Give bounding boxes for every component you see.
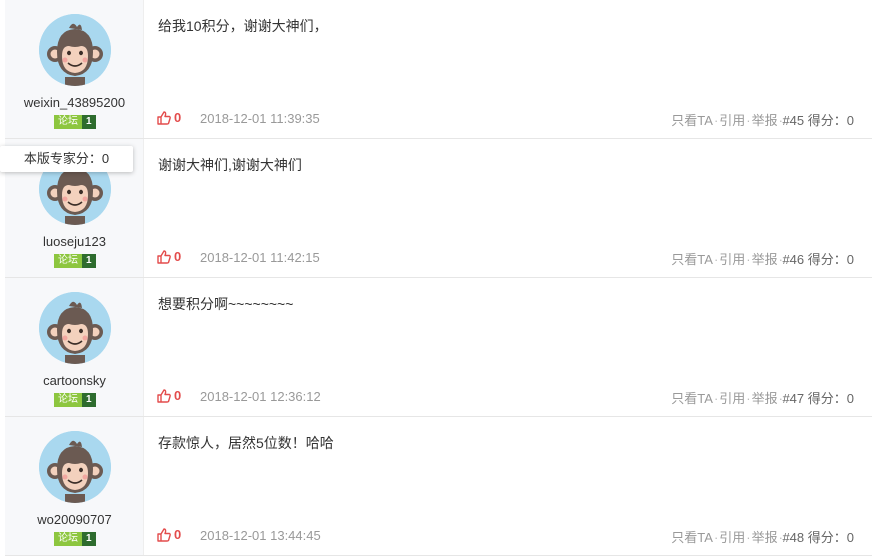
like-button[interactable]: 0 — [157, 388, 181, 403]
quote-link[interactable]: 引用 — [719, 391, 745, 406]
monkey-avatar-icon[interactable] — [39, 14, 111, 86]
level-badge-label: 论坛 — [54, 115, 82, 129]
username[interactable]: wo20090707 — [5, 512, 144, 527]
reply-post: luoseju123 论坛 1 谢谢大神们,谢谢大神们 0 2018-12-01… — [5, 139, 872, 278]
report-link[interactable]: 举报 — [752, 391, 778, 406]
user-info-column: wo20090707 论坛 1 — [5, 417, 144, 555]
post-time: 2018-12-01 11:42:15 — [200, 250, 320, 265]
reply-post: wo20090707 论坛 1 存款惊人，居然5位数！哈哈 0 2018-12-… — [5, 417, 872, 556]
post-content: 谢谢大神们,谢谢大神们 — [158, 157, 302, 173]
like-count: 0 — [174, 110, 182, 125]
only-view-ta-link[interactable]: 只看TA — [671, 252, 713, 267]
quote-link[interactable]: 引用 — [719, 113, 745, 128]
expert-score-tooltip: 本版专家分：0 — [0, 146, 133, 172]
report-link[interactable]: 举报 — [752, 530, 778, 545]
report-link[interactable]: 举报 — [752, 252, 778, 267]
post-actions: 只看TA·引用·举报· — [671, 252, 783, 267]
like-count: 0 — [174, 527, 182, 542]
report-link[interactable]: 举报 — [752, 113, 778, 128]
post-time: 2018-12-01 13:44:45 — [200, 528, 321, 543]
like-count: 0 — [174, 388, 182, 403]
level-badge: 论坛 1 — [54, 393, 96, 407]
post-time: 2018-12-01 12:36:12 — [200, 389, 321, 404]
floor-score: #48 得分：0 — [782, 530, 854, 545]
monkey-avatar-icon[interactable] — [39, 431, 111, 503]
floor-score: #45 得分：0 — [782, 113, 854, 128]
thumbs-up-icon — [157, 110, 171, 125]
only-view-ta-link[interactable]: 只看TA — [671, 530, 713, 545]
monkey-avatar-icon[interactable] — [39, 292, 111, 364]
only-view-ta-link[interactable]: 只看TA — [671, 391, 713, 406]
floor-score: #47 得分：0 — [782, 391, 854, 406]
post-content: 给我10积分，谢谢大神们， — [158, 18, 328, 34]
username[interactable]: weixin_43895200 — [5, 95, 144, 110]
floor-score: #46 得分：0 — [782, 252, 854, 267]
user-info-column: cartoonsky 论坛 1 — [5, 278, 144, 416]
username[interactable]: cartoonsky — [5, 373, 144, 388]
thumbs-up-icon — [157, 249, 171, 264]
like-count: 0 — [174, 249, 182, 264]
post-actions: 只看TA·引用·举报· — [671, 113, 783, 128]
level-badge: 论坛 1 — [54, 115, 96, 129]
level-badge-number: 1 — [82, 532, 96, 546]
like-button[interactable]: 0 — [157, 110, 181, 125]
level-badge: 论坛 1 — [54, 532, 96, 546]
level-badge-number: 1 — [82, 393, 96, 407]
username[interactable]: luoseju123 — [5, 234, 144, 249]
level-badge-label: 论坛 — [54, 532, 82, 546]
post-actions: 只看TA·引用·举报· — [671, 391, 783, 406]
post-actions: 只看TA·引用·举报· — [671, 530, 783, 545]
like-button[interactable]: 0 — [157, 527, 181, 542]
post-time: 2018-12-01 11:39:35 — [200, 111, 320, 126]
thumbs-up-icon — [157, 388, 171, 403]
thumbs-up-icon — [157, 527, 171, 542]
reply-post: cartoonsky 论坛 1 想要积分啊~~~~~~~~ 0 2018-12-… — [5, 278, 872, 417]
level-badge-number: 1 — [82, 115, 96, 129]
level-badge-label: 论坛 — [54, 254, 82, 268]
like-button[interactable]: 0 — [157, 249, 181, 264]
user-info-column: weixin_43895200 论坛 1 — [5, 0, 144, 138]
level-badge: 论坛 1 — [54, 254, 96, 268]
only-view-ta-link[interactable]: 只看TA — [671, 113, 713, 128]
reply-post: weixin_43895200 论坛 1 给我10积分，谢谢大神们， 0 201… — [5, 0, 872, 139]
level-badge-number: 1 — [82, 254, 96, 268]
post-content: 存款惊人，居然5位数！哈哈 — [158, 435, 334, 451]
level-badge-label: 论坛 — [54, 393, 82, 407]
quote-link[interactable]: 引用 — [719, 252, 745, 267]
post-content: 想要积分啊~~~~~~~~ — [158, 296, 294, 312]
quote-link[interactable]: 引用 — [719, 530, 745, 545]
